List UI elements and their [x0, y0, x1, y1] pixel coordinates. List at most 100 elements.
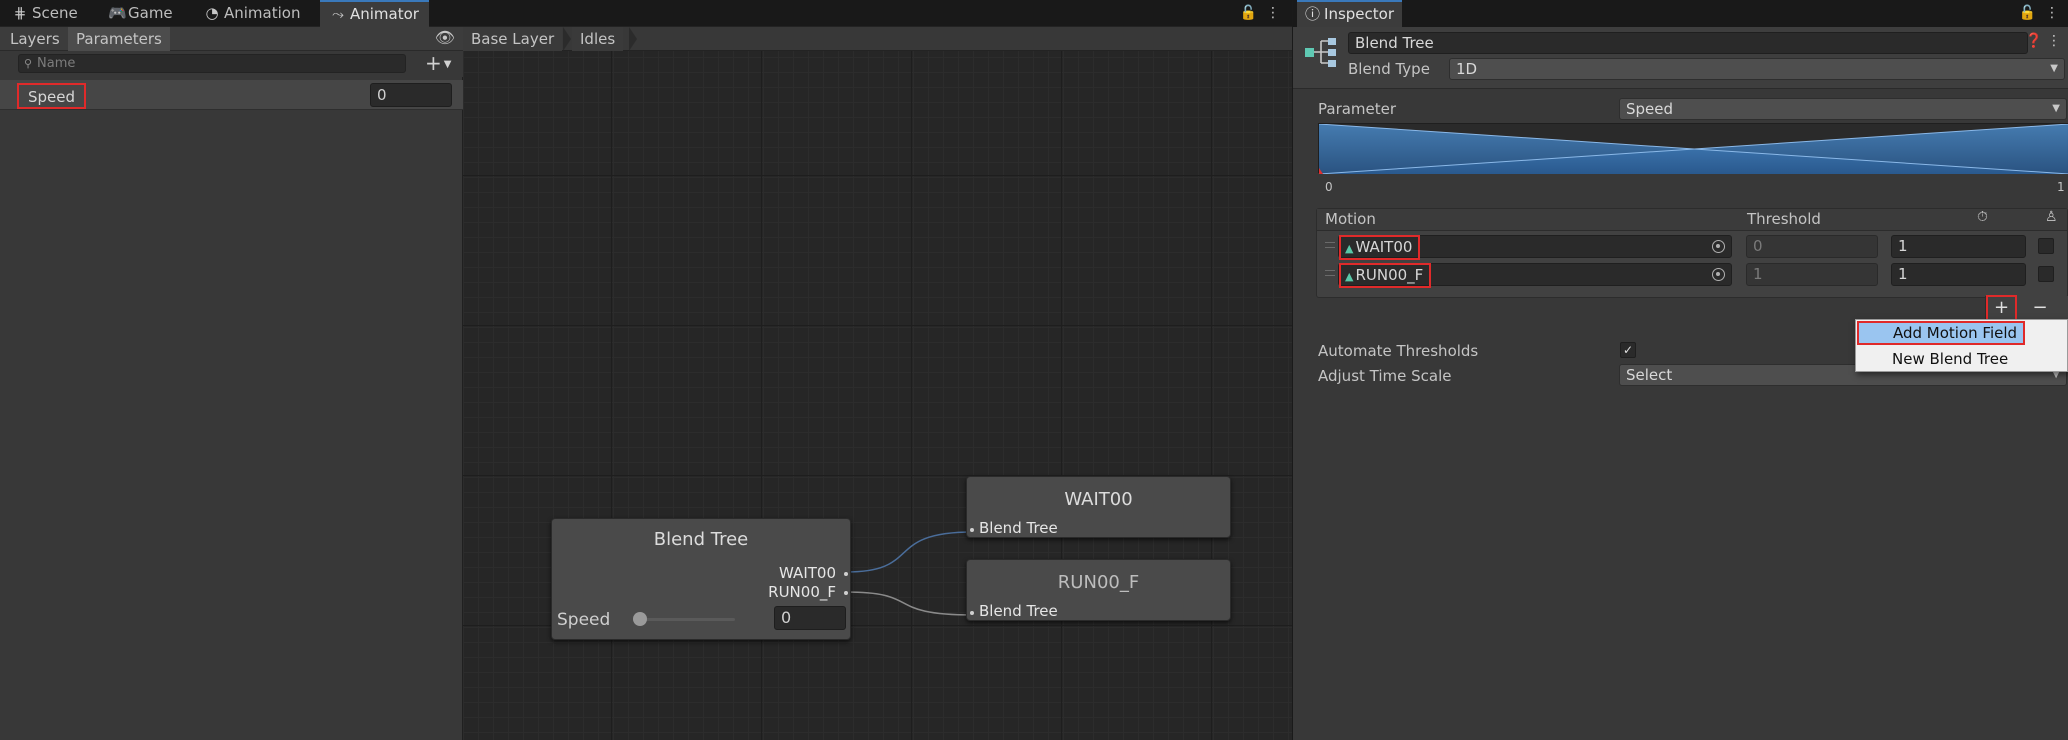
blend-tree-node[interactable]: Blend Tree WAIT00 RUN00_F Speed 0: [551, 518, 851, 640]
tab-animation[interactable]: ◔ Animation: [194, 0, 310, 27]
help-icon[interactable]: ❓: [2025, 33, 2042, 49]
inspector-tab-label: Inspector: [1324, 5, 1394, 23]
inspector-tab-bar: ⓘ Inspector 🔓 ⋮: [1293, 0, 2068, 27]
graph-max-label: 1: [2057, 180, 2065, 194]
motion-clip-name: ▲ RUN00_F: [1339, 263, 1432, 288]
motion-row[interactable]: ▲ RUN00_F 1 1: [1317, 261, 2067, 289]
output-wait00-label: WAIT00: [779, 564, 836, 582]
automate-thresholds-checkbox[interactable]: ✓: [1620, 342, 1636, 358]
node-param-label: Speed: [557, 610, 611, 630]
speed-value-field[interactable]: 0: [774, 606, 846, 630]
info-icon: ⓘ: [1305, 5, 1321, 23]
blend-type-value: 1D: [1456, 60, 1478, 78]
parameter-row[interactable]: Speed 0: [0, 80, 463, 110]
tab-parameters[interactable]: Parameters: [68, 27, 170, 51]
more-menu-icon[interactable]: ⋮: [2047, 33, 2061, 49]
speed-slider-track[interactable]: [640, 618, 735, 621]
add-parameter-button[interactable]: + ▼: [425, 51, 451, 77]
object-picker-icon[interactable]: [1712, 240, 1725, 253]
blend-curves: [1315, 123, 2068, 175]
motion-field[interactable]: ▲ RUN00_F: [1338, 263, 1732, 288]
tab-animator[interactable]: ⤳ Animator: [320, 0, 429, 27]
animation-clip-icon: ▲: [1345, 242, 1354, 255]
window-tab-bar: ⋕ Scene 🎮Game ◔ Animation ⤳ Animator 🔓 ⋮: [0, 0, 1292, 27]
menu-item-new-blend-tree[interactable]: New Blend Tree: [1856, 347, 2068, 371]
clip-node-wait00[interactable]: WAIT00 Blend Tree: [966, 476, 1231, 538]
breadcrumb: Base Layer Idles: [463, 27, 1292, 51]
tab-game[interactable]: 🎮Game: [98, 0, 183, 27]
motion-clip-name: ▲ WAIT00: [1339, 235, 1421, 260]
blend-type-label: Blend Type: [1348, 60, 1430, 78]
clip-node-title: RUN00_F: [1057, 572, 1140, 593]
adjust-time-scale-label: Adjust Time Scale: [1318, 367, 1452, 385]
check-icon: ✓: [1622, 343, 1634, 357]
clip-node-run00f[interactable]: RUN00_F Blend Tree: [966, 559, 1231, 621]
parameter-name[interactable]: Speed: [17, 83, 87, 109]
blend-tree-icon: [1305, 38, 1336, 67]
input-label: Blend Tree: [979, 519, 1058, 537]
motion-list: Motion Threshold ⏱ ♙ ▲ WAIT00 0 1 ▲ RUN00_…: [1316, 208, 2068, 298]
tab-layers[interactable]: Layers: [2, 27, 68, 51]
drag-handle-icon[interactable]: [1325, 270, 1335, 276]
animator-graph[interactable]: Blend Tree WAIT00 RUN00_F Speed 0 WAIT00…: [463, 27, 1292, 740]
grid-icon: ⋕: [13, 4, 27, 22]
add-motion-menu: Add Motion Field New Blend Tree: [1855, 319, 2068, 372]
input-port[interactable]: [970, 611, 974, 615]
breadcrumb-idles[interactable]: Idles: [572, 27, 624, 51]
chevron-down-icon: ▼: [443, 58, 452, 70]
object-picker-icon[interactable]: [1712, 268, 1725, 281]
output-port-run00f[interactable]: [844, 591, 848, 595]
time-scale-field[interactable]: 1: [1891, 235, 2026, 258]
parameter-dropdown[interactable]: Speed ▼: [1619, 98, 2067, 120]
input-label: Blend Tree: [979, 602, 1058, 620]
blend-tree-name-input[interactable]: Blend Tree: [1348, 32, 2028, 54]
tab-animator-label: Animator: [350, 5, 419, 23]
inspector-header: Blend Tree ❓ ⋮ Blend Type 1D ▼: [1293, 27, 2068, 89]
add-motion-button[interactable]: +: [1986, 295, 2017, 322]
parameter-label: Parameter: [1318, 100, 1397, 118]
menu-item-add-motion-field[interactable]: Add Motion Field: [1857, 321, 2025, 345]
parameter-value-input[interactable]: 0: [370, 83, 452, 107]
animator-icon: ⤳: [331, 5, 344, 23]
layers-parameters-tabs: Layers Parameters 👁: [0, 27, 463, 51]
more-menu-icon[interactable]: ⋮: [1266, 5, 1280, 21]
automate-thresholds-label: Automate Thresholds: [1318, 342, 1479, 360]
search-input[interactable]: ⚲ Name: [18, 54, 406, 73]
lock-icon[interactable]: 🔓: [1240, 5, 1257, 21]
breadcrumb-separator: [563, 27, 571, 51]
tab-inspector[interactable]: ⓘ Inspector: [1297, 0, 1402, 27]
motion-row[interactable]: ▲ WAIT00 0 1: [1317, 233, 2067, 261]
parameters-panel: Layers Parameters 👁 ⚲ Name + ▼ Speed 0: [0, 27, 463, 740]
gamepad-icon: 🎮: [108, 4, 127, 22]
clip-node-title: WAIT00: [1064, 489, 1133, 510]
drag-handle-icon[interactable]: [1325, 242, 1335, 248]
tab-scene-label: Scene: [32, 4, 78, 22]
time-scale-field[interactable]: 1: [1891, 263, 2026, 286]
motion-list-header: Motion Threshold ⏱ ♙: [1317, 209, 2067, 231]
output-run00f-label: RUN00_F: [768, 583, 836, 601]
lock-icon[interactable]: 🔓: [2019, 5, 2036, 21]
adjust-time-scale-value: Select: [1626, 366, 1673, 384]
breadcrumb-separator: [629, 27, 637, 51]
blend-type-dropdown[interactable]: 1D ▼: [1449, 58, 2065, 80]
breadcrumb-base-layer[interactable]: Base Layer: [463, 27, 563, 51]
header-icons: ❓ ⋮: [2025, 33, 2061, 49]
animation-clip-icon: ▲: [1345, 270, 1354, 283]
mirror-checkbox[interactable]: [2038, 266, 2054, 282]
link-wait00: [845, 531, 974, 573]
threshold-header: Threshold: [1747, 210, 1821, 228]
threshold-field[interactable]: 1: [1746, 263, 1878, 286]
parameter-value: Speed: [1626, 100, 1674, 118]
output-port-wait00[interactable]: [844, 572, 848, 576]
motion-clip-label: WAIT00: [1355, 238, 1413, 256]
eye-icon[interactable]: 👁: [435, 28, 455, 47]
tab-scene[interactable]: ⋕ Scene: [2, 0, 88, 27]
remove-motion-button[interactable]: −: [2030, 297, 2050, 319]
motion-field[interactable]: ▲ WAIT00: [1338, 235, 1732, 260]
input-port[interactable]: [970, 528, 974, 532]
speed-slider-knob[interactable]: [633, 612, 647, 626]
threshold-field[interactable]: 0: [1746, 235, 1878, 258]
mirror-checkbox[interactable]: [2038, 238, 2054, 254]
time-scale-icon: ⏱: [1977, 209, 1988, 225]
more-menu-icon[interactable]: ⋮: [2045, 5, 2059, 21]
